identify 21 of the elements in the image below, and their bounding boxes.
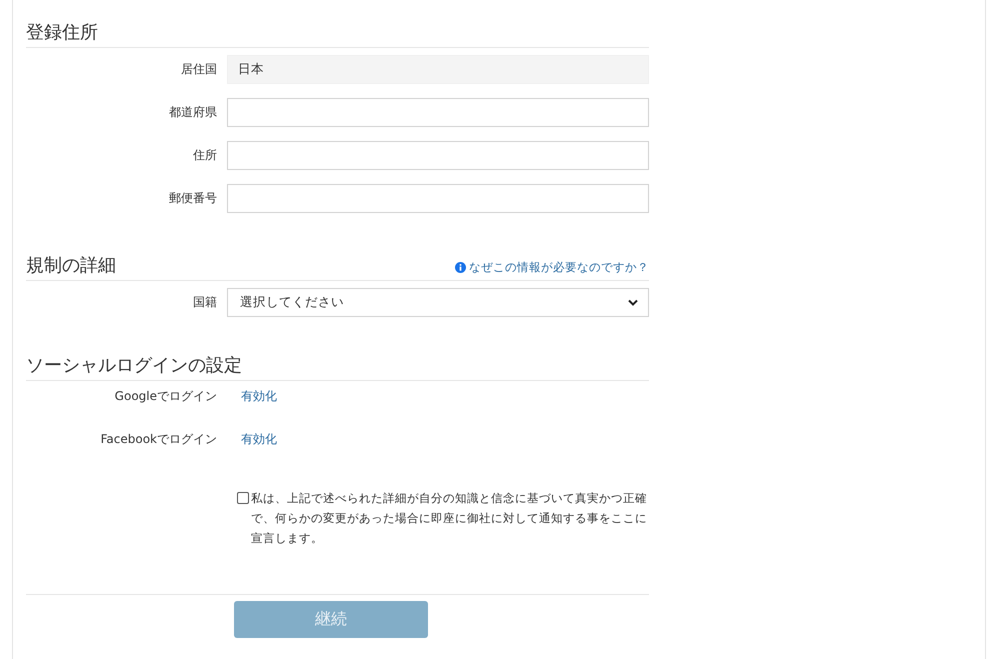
field-label: 居住国 [180, 61, 218, 78]
field-label: 都道府県 [168, 104, 218, 121]
section-heading: 登録住所 [26, 21, 98, 44]
chevron-down-icon [628, 299, 638, 306]
select-dropdown[interactable]: 選択してください [227, 288, 649, 317]
field-label: Googleでログイン [114, 388, 218, 405]
field-label: 郵便番号 [168, 190, 218, 207]
input-field[interactable] [227, 184, 649, 213]
section-heading: ソーシャルログインの設定 [26, 354, 242, 377]
help-link[interactable]: なぜこの情報が必要なのですか？ [455, 260, 649, 277]
info-icon [455, 262, 466, 273]
declaration-text: 私は、上記で述べられた詳細が自分の知識と信念に基づいて真実かつ正確で、何らかの変更があった場合に即座に御社に対して通知する事をここに宣言します。 [251, 490, 648, 547]
field-label: 国籍 [192, 294, 218, 311]
field-label: 住所 [192, 147, 218, 164]
field-label: Facebookでログイン [100, 431, 218, 448]
section-heading: 規制の詳細 [26, 254, 116, 277]
enable-link[interactable]: 有効化 [227, 388, 277, 405]
checkbox[interactable] [237, 492, 249, 504]
input-field[interactable] [227, 98, 649, 127]
enable-link[interactable]: 有効化 [227, 431, 277, 448]
input-field[interactable] [227, 141, 649, 170]
